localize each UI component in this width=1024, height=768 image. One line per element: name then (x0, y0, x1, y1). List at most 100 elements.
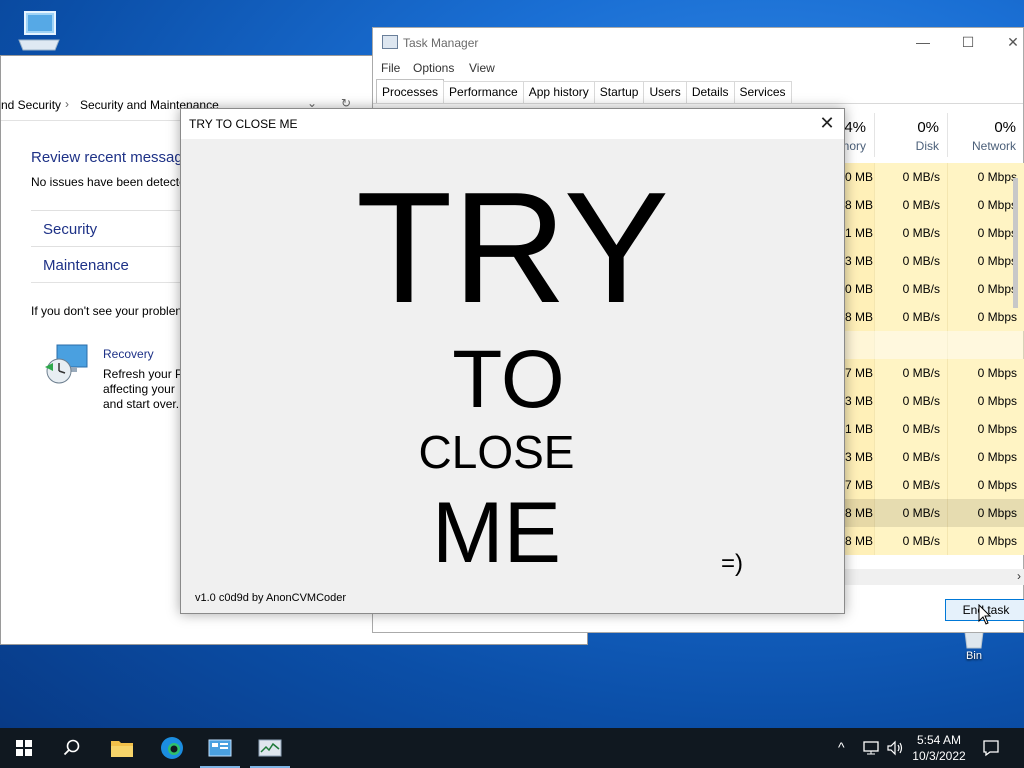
maximize-icon[interactable]: ☐ (958, 32, 978, 52)
recovery-link[interactable]: Recovery (103, 347, 154, 361)
notifications-icon[interactable] (982, 739, 1000, 757)
system-clock[interactable]: 5:54 AM 10/3/2022 (906, 732, 972, 764)
network-cell: 0 Mbps (948, 443, 1024, 471)
disk-cell (875, 331, 948, 359)
tab-app-history[interactable]: App history (522, 81, 595, 103)
file-explorer-icon[interactable] (98, 728, 146, 768)
recovery-description: Refresh your P affecting your and start … (103, 367, 183, 412)
memory-cell: 7 MB (845, 359, 875, 387)
recovery-line: and start over. (103, 397, 180, 411)
clock-time: 5:54 AM (916, 733, 962, 747)
memory-cell (845, 331, 875, 359)
recycle-bin-desktop-icon[interactable]: Bin (950, 630, 998, 670)
help-note: If you don't see your problen (31, 304, 183, 318)
status-text: No issues have been detecte (31, 175, 186, 189)
column-disk[interactable]: 0% Disk (875, 113, 948, 157)
memory-cell: 0 MB (845, 275, 875, 303)
disk-percent: 0% (917, 119, 939, 136)
recovery-line: affecting your (103, 382, 175, 396)
disk-cell: 0 MB/s (875, 303, 948, 331)
close-icon[interactable]: ✕ (816, 113, 838, 135)
chevron-right-icon[interactable]: › (1017, 569, 1021, 583)
volume-icon[interactable] (886, 740, 904, 756)
close-icon[interactable]: ✕ (1003, 32, 1023, 52)
tab-services[interactable]: Services (733, 81, 792, 103)
network-icon[interactable] (862, 740, 880, 756)
tab-performance[interactable]: Performance (443, 81, 524, 103)
table-row[interactable]: 0 MB 0 MB/s 0 Mbps (845, 275, 1024, 303)
tab-details[interactable]: Details (685, 81, 735, 103)
disk-cell: 0 MB/s (875, 359, 948, 387)
table-row[interactable]: 8 MB 0 MB/s 0 Mbps (845, 499, 1024, 527)
popup-titlebar[interactable]: TRY TO CLOSE ME ✕ (181, 109, 844, 139)
memory-cell: 3 MB (845, 387, 875, 415)
menu-file[interactable]: File (381, 61, 400, 75)
tab-strip: Processes Performance App history Startu… (376, 79, 792, 103)
memory-cell: 8 MB (845, 303, 875, 331)
table-row[interactable]: 0 MB 0 MB/s 0 Mbps (845, 163, 1024, 191)
windows-start-icon[interactable] (0, 728, 48, 768)
table-row[interactable] (845, 331, 1024, 359)
table-row[interactable]: 8 MB 0 MB/s 0 Mbps (845, 527, 1024, 555)
tab-processes[interactable]: Processes (376, 79, 445, 103)
disk-cell: 0 MB/s (875, 499, 948, 527)
table-row[interactable]: 7 MB 0 MB/s 0 Mbps (845, 471, 1024, 499)
minimize-icon[interactable]: — (913, 32, 933, 52)
disk-cell: 0 MB/s (875, 163, 948, 191)
disk-cell: 0 MB/s (875, 247, 948, 275)
memory-cell: 7 MB (845, 471, 875, 499)
table-row[interactable]: 3 MB 0 MB/s 0 Mbps (845, 443, 1024, 471)
security-section[interactable]: Security (31, 210, 191, 246)
credit-text: v1.0 c0d9d by AnonCVMCoder (195, 592, 347, 604)
maintenance-section[interactable]: Maintenance (31, 246, 191, 282)
tab-users[interactable]: Users (643, 81, 687, 103)
chevron-right-icon: › (65, 97, 69, 111)
recycle-bin-label: Bin (966, 650, 982, 662)
table-row[interactable]: 8 MB 0 MB/s 0 Mbps (845, 303, 1024, 331)
disk-cell: 0 MB/s (875, 191, 948, 219)
search-icon[interactable] (48, 728, 96, 768)
edge-icon[interactable] (148, 728, 196, 768)
try-to-close-me-window: TRY TO CLOSE ME ✕ TRY TO CLOSE ME =) v1.… (180, 108, 845, 614)
table-row[interactable]: 3 MB 0 MB/s 0 Mbps (845, 387, 1024, 415)
recovery-icon[interactable] (43, 343, 89, 387)
network-cell: 0 Mbps (948, 499, 1024, 527)
memory-cell: 0 MB (845, 163, 875, 191)
task-manager-icon[interactable] (246, 728, 294, 768)
recycle-bin-icon (964, 631, 984, 649)
network-cell: 0 Mbps (948, 527, 1024, 555)
computer-icon (18, 11, 60, 51)
task-manager-titlebar[interactable]: Task Manager — ☐ ✕ (373, 28, 1023, 56)
menu-options[interactable]: Options (413, 61, 454, 75)
control-panel-icon[interactable] (196, 728, 244, 768)
table-row[interactable]: 7 MB 0 MB/s 0 Mbps (845, 359, 1024, 387)
tab-divider (373, 103, 1023, 104)
this-pc-desktop-icon[interactable] (14, 10, 64, 54)
tab-startup[interactable]: Startup (593, 81, 645, 103)
big-word-close: CLOSE (418, 426, 575, 478)
network-cell: 0 Mbps (948, 387, 1024, 415)
recovery-line: Refresh your P (103, 367, 184, 381)
disk-cell: 0 MB/s (875, 219, 948, 247)
vertical-scrollbar-thumb[interactable] (1013, 178, 1018, 308)
horizontal-scrollbar[interactable]: › (845, 569, 1024, 585)
table-row[interactable]: 1 MB 0 MB/s 0 Mbps (845, 415, 1024, 443)
disk-label: Disk (915, 139, 939, 153)
task-manager-app-icon (382, 35, 398, 49)
network-cell: 0 Mbps (948, 415, 1024, 443)
column-network[interactable]: 0% Network (948, 113, 1024, 157)
section-divider (31, 282, 191, 283)
network-cell (948, 331, 1024, 359)
chevron-up-icon[interactable]: ^ (838, 739, 845, 755)
mouse-cursor-icon (978, 604, 992, 625)
table-row[interactable]: 1 MB 0 MB/s 0 Mbps (845, 219, 1024, 247)
clock-date: 10/3/2022 (912, 749, 966, 763)
window-title: Task Manager (403, 36, 479, 50)
menu-view[interactable]: View (469, 61, 495, 75)
table-row[interactable]: 3 MB 0 MB/s 0 Mbps (845, 247, 1024, 275)
network-percent: 0% (994, 119, 1016, 136)
memory-cell: 8 MB (845, 191, 875, 219)
table-row[interactable]: 8 MB 0 MB/s 0 Mbps (845, 191, 1024, 219)
breadcrumb-item-security[interactable]: nd Security (1, 98, 61, 112)
taskbar: ^ 5:54 AM 10/3/2022 (0, 728, 1024, 768)
